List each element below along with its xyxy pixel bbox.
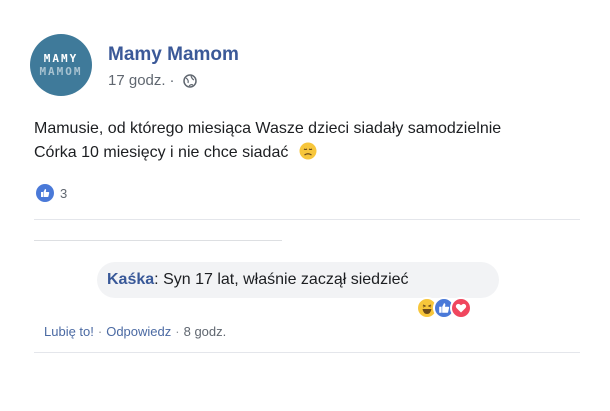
- like-icon: [36, 184, 54, 202]
- post-timestamp[interactable]: 17 godz.: [108, 72, 166, 89]
- divider: [34, 352, 580, 353]
- comment-reactions[interactable]: [416, 297, 472, 319]
- love-icon: [450, 297, 472, 319]
- avatar-text-line1: MAMY: [43, 52, 79, 65]
- like-count: 3: [60, 185, 68, 201]
- post-reactions[interactable]: 3: [36, 184, 67, 202]
- page-avatar[interactable]: MAMY MAMOM: [30, 34, 92, 96]
- comment-text: Syn 17 lat, właśnie zaczął siedzieć: [163, 271, 409, 288]
- post-meta: 17 godz. ·: [108, 72, 197, 89]
- post-text-line1: Mamusie, od którego miesiąca Wasze dziec…: [34, 120, 502, 137]
- action-separator: ·: [97, 324, 103, 339]
- globe-icon[interactable]: [182, 73, 197, 88]
- divider: [34, 240, 282, 241]
- page-name-link[interactable]: Mamy Mamom: [108, 44, 239, 66]
- like-comment-link[interactable]: Lubię to!: [44, 324, 94, 339]
- comment-separator: :: [154, 271, 159, 288]
- sad-face-emoji-icon: [299, 142, 317, 160]
- post-text-line2: Córka 10 miesięcy i nie chce siadać: [34, 144, 289, 161]
- comment-timestamp[interactable]: 8 godz.: [184, 324, 227, 339]
- comment-bubble: Kaśka: Syn 17 lat, właśnie zaczął siedzi…: [97, 262, 499, 298]
- comment-author-link[interactable]: Kaśka: [107, 271, 154, 289]
- meta-separator: ·: [169, 72, 175, 89]
- action-separator: ·: [175, 324, 180, 339]
- comment-actions: Lubię to! · Odpowiedz · 8 godz.: [44, 324, 226, 339]
- avatar-text-line2: MAMOM: [39, 65, 83, 78]
- reply-link[interactable]: Odpowiedz: [106, 324, 171, 339]
- divider: [34, 219, 580, 220]
- post-body: Mamusie, od którego miesiąca Wasze dziec…: [34, 117, 574, 165]
- post-text-line2-wrap: Córka 10 miesięcy i nie chce siadać: [34, 141, 574, 165]
